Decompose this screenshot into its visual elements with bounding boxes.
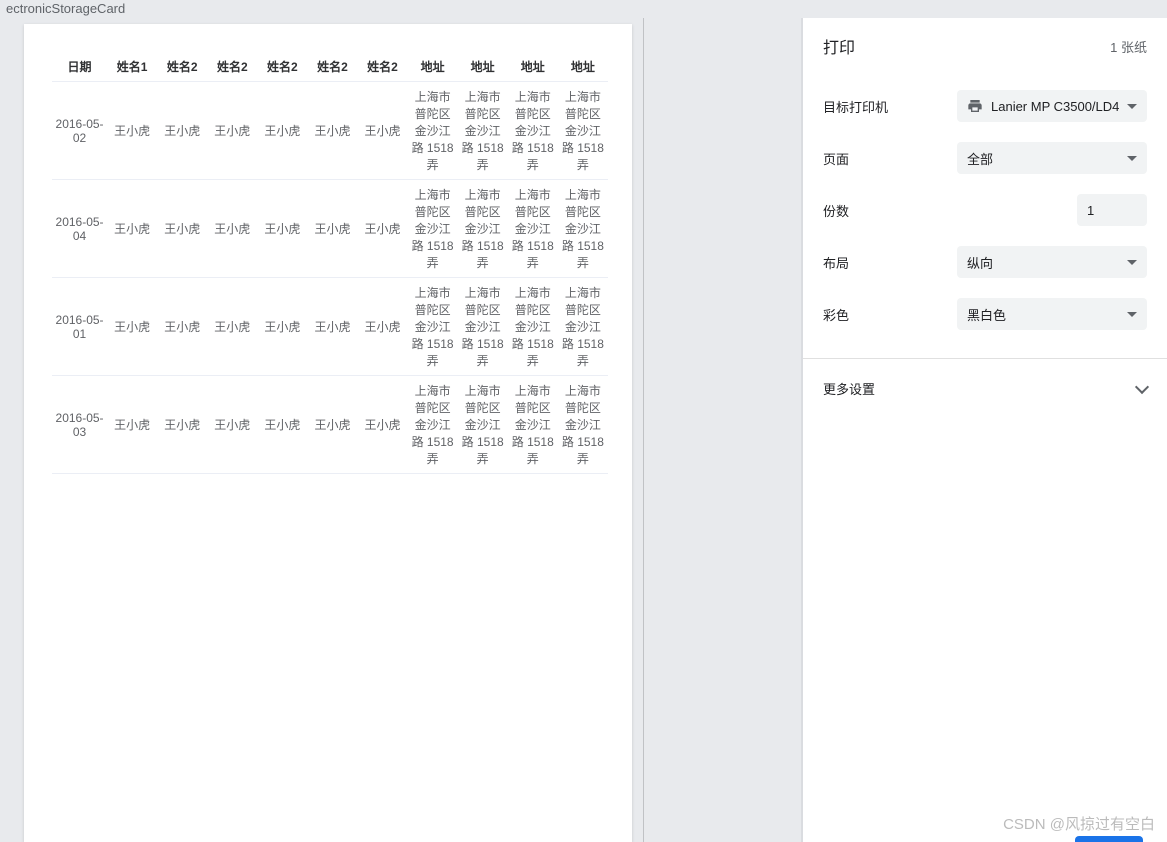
cell-name: 王小虎 [307,82,357,180]
cell-address: 上海市普陀区金沙江路 1518 弄 [458,376,508,474]
more-settings-label: 更多设置 [823,379,875,398]
table-header: 姓名1 [107,52,157,82]
cell-name: 王小虎 [357,278,407,376]
preview-gap [644,18,802,842]
cell-address: 上海市普陀区金沙江路 1518 弄 [558,82,608,180]
chevron-down-icon [1127,260,1137,265]
label-pages: 页面 [823,149,849,168]
cell-address: 上海市普陀区金沙江路 1518 弄 [508,180,558,278]
label-color: 彩色 [823,305,849,324]
cell-name: 王小虎 [357,82,407,180]
cell-name: 王小虎 [157,278,207,376]
table-header: 姓名2 [207,52,257,82]
more-settings-toggle[interactable]: 更多设置 [803,359,1167,418]
pages-value: 全部 [967,149,993,168]
label-layout: 布局 [823,253,849,272]
cell-name: 王小虎 [107,180,157,278]
color-select[interactable]: 黑白色 [957,298,1147,330]
cell-address: 上海市普陀区金沙江路 1518 弄 [508,278,558,376]
cell-address: 上海市普陀区金沙江路 1518 弄 [408,376,458,474]
cell-address: 上海市普陀区金沙江路 1518 弄 [558,180,608,278]
cell-name: 王小虎 [257,376,307,474]
printer-select[interactable]: Lanier MP C3500/LD4 [957,90,1147,122]
cell-address: 上海市普陀区金沙江路 1518 弄 [408,180,458,278]
table-header: 姓名2 [307,52,357,82]
preview-sheet: 日期姓名1姓名2姓名2姓名2姓名2姓名2地址地址地址地址 2016-05-02王… [24,24,632,842]
cell-address: 上海市普陀区金沙江路 1518 弄 [508,82,558,180]
cell-name: 王小虎 [107,376,157,474]
cell-name: 王小虎 [107,278,157,376]
chevron-down-icon [1127,312,1137,317]
table-header: 地址 [408,52,458,82]
cell-address: 上海市普陀区金沙江路 1518 弄 [508,376,558,474]
cell-address: 上海市普陀区金沙江路 1518 弄 [458,278,508,376]
chevron-down-icon [1127,156,1137,161]
cell-name: 王小虎 [207,180,257,278]
cell-address: 上海市普陀区金沙江路 1518 弄 [458,180,508,278]
table-row: 2016-05-04王小虎王小虎王小虎王小虎王小虎王小虎上海市普陀区金沙江路 1… [52,180,608,278]
cell-name: 王小虎 [307,376,357,474]
cell-name: 王小虎 [157,376,207,474]
cell-name: 王小虎 [207,82,257,180]
label-target-printer: 目标打印机 [823,97,888,116]
table-header: 地址 [458,52,508,82]
label-copies: 份数 [823,201,849,220]
cell-address: 上海市普陀区金沙江路 1518 弄 [408,82,458,180]
cell-address: 上海市普陀区金沙江路 1518 弄 [558,376,608,474]
sheet-count: 1 张纸 [1110,37,1147,56]
cell-name: 王小虎 [357,376,407,474]
window-title: ectronicStorageCard [0,0,1167,18]
table-header: 地址 [558,52,608,82]
cell-name: 王小虎 [107,82,157,180]
cell-name: 王小虎 [207,278,257,376]
printer-value: Lanier MP C3500/LD4 [991,99,1119,114]
table-header: 姓名2 [357,52,407,82]
table-header: 姓名2 [157,52,207,82]
cell-address: 上海市普陀区金沙江路 1518 弄 [558,278,608,376]
cell-name: 王小虎 [257,82,307,180]
cell-name: 王小虎 [307,180,357,278]
button-edge[interactable] [1075,836,1143,842]
cell-name: 王小虎 [157,82,207,180]
cell-address: 上海市普陀区金沙江路 1518 弄 [408,278,458,376]
cell-address: 上海市普陀区金沙江路 1518 弄 [458,82,508,180]
table-header: 姓名2 [257,52,307,82]
cell-date: 2016-05-02 [52,82,107,180]
table-header: 地址 [508,52,558,82]
table-row: 2016-05-01王小虎王小虎王小虎王小虎王小虎王小虎上海市普陀区金沙江路 1… [52,278,608,376]
cell-name: 王小虎 [257,180,307,278]
data-table: 日期姓名1姓名2姓名2姓名2姓名2姓名2地址地址地址地址 2016-05-02王… [52,52,608,474]
print-sidebar: 打印 1 张纸 目标打印机 Lanier MP C3500/LD4 页面 [802,18,1167,842]
copies-input[interactable] [1077,194,1147,226]
cell-name: 王小虎 [207,376,257,474]
pages-select[interactable]: 全部 [957,142,1147,174]
cell-name: 王小虎 [157,180,207,278]
cell-name: 王小虎 [257,278,307,376]
cell-date: 2016-05-01 [52,278,107,376]
table-row: 2016-05-02王小虎王小虎王小虎王小虎王小虎王小虎上海市普陀区金沙江路 1… [52,82,608,180]
cell-name: 王小虎 [307,278,357,376]
cell-date: 2016-05-04 [52,180,107,278]
printer-icon [967,98,983,114]
table-row: 2016-05-03王小虎王小虎王小虎王小虎王小虎王小虎上海市普陀区金沙江路 1… [52,376,608,474]
print-preview-area: 日期姓名1姓名2姓名2姓名2姓名2姓名2地址地址地址地址 2016-05-02王… [0,18,644,842]
print-title: 打印 [823,34,855,58]
chevron-down-icon [1135,379,1149,393]
color-value: 黑白色 [967,305,1006,324]
chevron-down-icon [1127,104,1137,109]
table-header: 日期 [52,52,107,82]
cell-date: 2016-05-03 [52,376,107,474]
layout-select[interactable]: 纵向 [957,246,1147,278]
cell-name: 王小虎 [357,180,407,278]
layout-value: 纵向 [967,253,993,272]
